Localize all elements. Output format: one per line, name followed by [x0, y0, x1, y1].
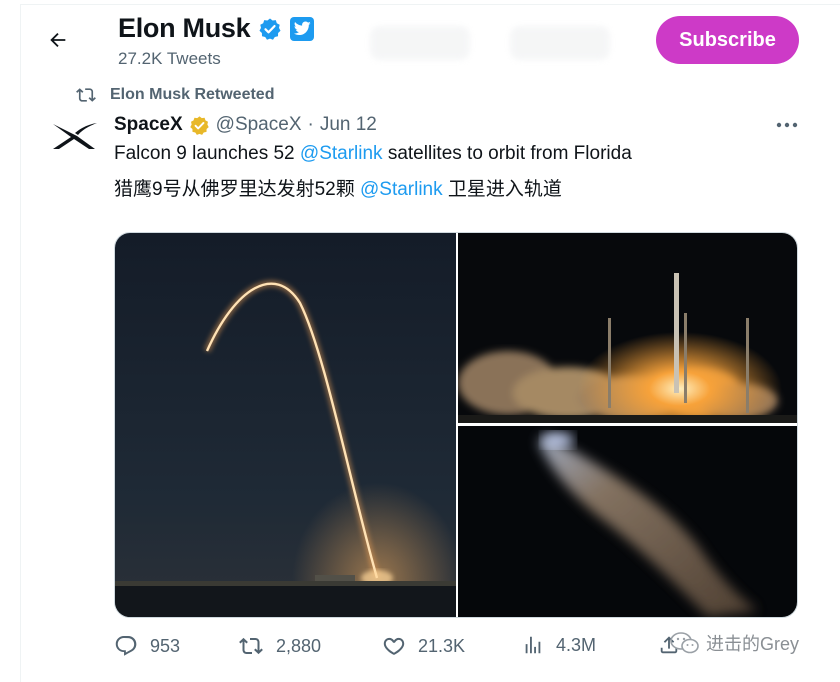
- tweet-date[interactable]: Jun 12: [320, 114, 377, 136]
- subscribe-button[interactable]: Subscribe: [656, 16, 799, 64]
- tweet-text-1-prefix: Falcon 9 launches 52: [114, 143, 300, 164]
- wechat-watermark: 进击的Grey: [670, 630, 799, 656]
- wechat-icon: [670, 632, 699, 654]
- watermark-text: 进击的Grey: [706, 634, 800, 654]
- gold-verified-icon: [189, 115, 209, 135]
- spacex-logo: [53, 123, 97, 149]
- retweet-action-icon: [239, 637, 263, 655]
- retweeted-indicator[interactable]: Elon Musk Retweeted: [76, 85, 274, 105]
- starlink-mention-link[interactable]: @Starlink: [300, 143, 383, 164]
- retweet-count: 2,880: [276, 635, 322, 656]
- profile-header-name: Elon Musk: [118, 13, 315, 44]
- reply-count: 953: [150, 635, 181, 656]
- handle-separator: ·: [307, 114, 314, 135]
- profile-display-name: Elon Musk: [118, 13, 251, 43]
- back-button[interactable]: [44, 26, 72, 54]
- starlink-mention-link[interactable]: @Starlink: [360, 179, 443, 200]
- more-options-button[interactable]: [772, 112, 802, 138]
- tweet-text-line-2: 猎鹰9号从佛罗里达发射52颗 @Starlink 卫星进入轨道: [114, 178, 562, 202]
- retweet-icon: [76, 88, 96, 102]
- media-photo-launch-arc[interactable]: [115, 233, 456, 617]
- more-options-icon: [776, 122, 798, 128]
- like-count: 21.3K: [418, 635, 466, 656]
- tweet-media-grid: [114, 232, 798, 618]
- reply-icon: [115, 636, 137, 656]
- retweet-button[interactable]: 2,880: [238, 634, 321, 658]
- like-button[interactable]: 21.3K: [382, 634, 465, 658]
- author-handle[interactable]: @SpaceX: [216, 114, 302, 136]
- back-arrow-icon: [50, 32, 66, 48]
- tweet-text-2-prefix: 猎鹰9号从佛罗里达发射52颗: [114, 179, 360, 200]
- media-photo-liftoff[interactable]: [458, 233, 797, 423]
- views-count: 4.3M: [556, 634, 597, 655]
- tweet-text-1-suffix: satellites to orbit from Florida: [382, 143, 632, 164]
- tweet-author: SpaceX @SpaceX · Jun 12: [114, 114, 377, 136]
- views-icon: [525, 636, 541, 654]
- media-photo-plume[interactable]: [458, 426, 797, 617]
- verified-badge-icon: [259, 18, 281, 40]
- author-display-name[interactable]: SpaceX: [114, 114, 183, 136]
- reply-button[interactable]: 953: [114, 634, 180, 658]
- twitter-blue-icon: [290, 16, 315, 41]
- tweet-text-line-1: Falcon 9 launches 52 @Starlink satellite…: [114, 142, 632, 166]
- retweeted-label: Elon Musk Retweeted: [110, 86, 275, 103]
- blurred-tab: [510, 26, 610, 60]
- blurred-tab: [370, 26, 470, 60]
- spacex-avatar[interactable]: [46, 116, 102, 156]
- like-icon: [383, 637, 405, 655]
- tweet-text-2-suffix: 卫星进入轨道: [442, 179, 562, 200]
- views-button[interactable]: 4.3M: [522, 634, 596, 656]
- tweet-count: 27.2K Tweets: [118, 49, 221, 68]
